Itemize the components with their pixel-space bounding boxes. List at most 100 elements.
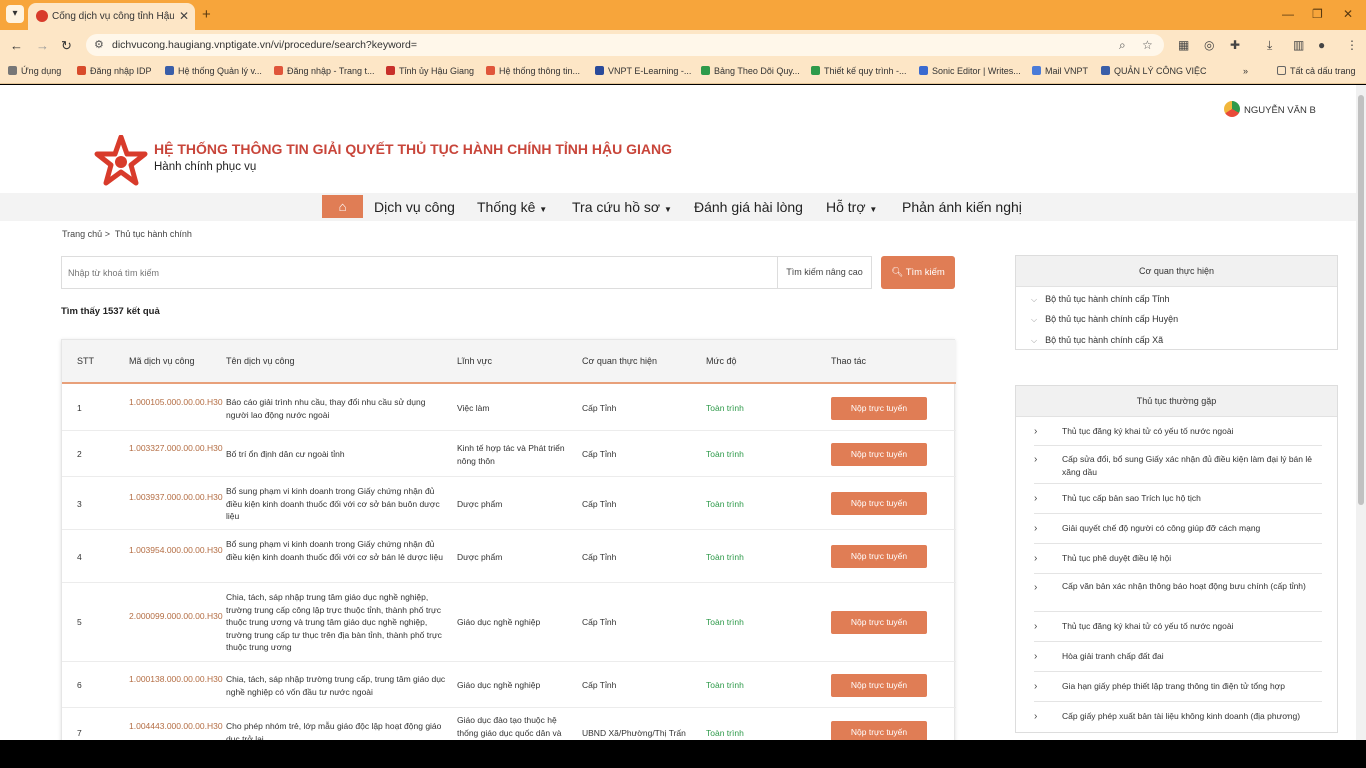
procedure-item[interactable]: › Thủ tục đăng ký khai tử có yếu tố nước … xyxy=(1034,417,1322,446)
extension-icon[interactable]: ▦ xyxy=(1178,38,1189,52)
service-name[interactable]: Chia, tách, sáp nhập trung tâm giáo dục … xyxy=(226,591,452,654)
bookmark-item[interactable]: Ứng dụng xyxy=(8,66,61,76)
column-header: Lĩnh vực xyxy=(457,356,493,366)
procedure-item[interactable]: › Cấp sửa đổi, bổ sung Giấy xác nhận đủ đ… xyxy=(1034,446,1322,484)
service-code[interactable]: 1.003954.000.00.00.H30 xyxy=(129,544,223,557)
bookmark-item[interactable]: Sonic Editor | Writes... xyxy=(919,66,1021,76)
agency-filter-item[interactable]: ⌵ Bộ thủ tục hành chính cấp Tỉnh xyxy=(1031,294,1170,305)
search-input[interactable] xyxy=(62,257,777,288)
service-code[interactable]: 1.004443.000.00.00.H30 xyxy=(129,720,223,733)
service-code[interactable]: 2.000099.000.00.00.H30 xyxy=(129,610,223,623)
apps-grid-icon xyxy=(8,66,17,75)
service-code[interactable]: 1.000105.000.00.00.H30 xyxy=(129,396,223,409)
bookmark-star-icon[interactable]: ☆ xyxy=(1142,38,1153,52)
procedure-item[interactable]: › Thủ tục phê duyệt điều lệ hội xyxy=(1034,544,1322,574)
procedure-item[interactable]: › Gia hạn giấy phép thiết lập trang thông… xyxy=(1034,672,1322,702)
agency-filter-item[interactable]: ⌵ Bộ thủ tục hành chính cấp Huyện xyxy=(1031,314,1178,325)
scrollbar-thumb[interactable] xyxy=(1358,95,1364,505)
menu-phan-anh-kien-nghi[interactable]: Phản ánh kiến nghị xyxy=(902,199,1022,215)
table-row: 6 1.000138.000.00.00.H30 Chia, tách, sáp… xyxy=(62,662,956,708)
site-icon xyxy=(595,66,604,75)
procedure-item[interactable]: › Giải quyết chế độ người có công giúp đỡ… xyxy=(1034,514,1322,544)
more-bookmarks-icon[interactable]: » xyxy=(1243,66,1248,76)
extension-icon[interactable]: ◎ xyxy=(1204,38,1214,52)
menu-danh-gia-hai-long[interactable]: Đánh giá hài lòng xyxy=(694,199,803,215)
service-field: Giáo dục nghề nghiệp xyxy=(457,617,541,627)
chevron-down-icon: ⌵ xyxy=(1031,336,1038,345)
service-agency: Cấp Tỉnh xyxy=(582,617,617,627)
agency-filter-item[interactable]: ⌵ Bộ thủ tục hành chính cấp Xã xyxy=(1031,335,1163,346)
bookmark-item[interactable]: Đăng nhập IDP xyxy=(77,66,152,76)
bookmark-item[interactable]: Hệ thống Quản lý v... xyxy=(165,66,262,76)
submit-online-button[interactable]: Nộp trực tuyến xyxy=(831,674,927,697)
page-scrollbar[interactable] xyxy=(1356,85,1366,740)
forward-icon[interactable]: → xyxy=(36,38,49,53)
extensions-puzzle-icon[interactable]: ✚ xyxy=(1230,38,1240,52)
column-header: Mã dịch vụ công xyxy=(129,356,195,366)
service-field: Dược phẩm xyxy=(457,499,503,509)
bookmark-item[interactable]: Hệ thống thông tin... xyxy=(486,66,580,76)
bookmark-item[interactable]: Tỉnh ủy Hậu Giang xyxy=(386,66,474,76)
submit-online-button[interactable]: Nộp trực tuyến xyxy=(831,721,927,740)
chevron-right-icon: › xyxy=(1034,651,1038,662)
breadcrumb-current: Thủ tục hành chính xyxy=(114,229,192,239)
zoom-icon[interactable]: ⌕ xyxy=(1119,38,1126,53)
submit-online-button[interactable]: Nộp trực tuyến xyxy=(831,443,927,466)
advanced-search-button[interactable]: Tìm kiếm nâng cao xyxy=(777,256,872,289)
procedure-item[interactable]: › Thủ tục cấp bản sao Trích lục hộ tịch xyxy=(1034,484,1322,514)
bookmark-item[interactable]: Đăng nhập - Trang t... xyxy=(274,66,375,76)
side-panel-icon[interactable]: ▥ xyxy=(1293,38,1304,52)
menu-dich-vu-cong[interactable]: Dịch vụ công xyxy=(374,199,455,215)
service-code[interactable]: 1.003327.000.00.00.H30 xyxy=(129,442,223,455)
service-name[interactable]: Bổ sung phạm vi kinh doanh trong Giấy ch… xyxy=(226,485,452,523)
profile-icon[interactable]: ● xyxy=(1318,38,1325,52)
all-bookmarks[interactable]: Tất cả dấu trang xyxy=(1277,66,1356,76)
maximize-icon[interactable]: ❐ xyxy=(1312,7,1323,21)
menu-ho-tro[interactable]: Hỗ trợ ▼ xyxy=(826,199,877,215)
bookmark-item[interactable]: Mail VNPT xyxy=(1032,66,1088,76)
url-field[interactable]: ⚙ dichvucong.haugiang.vnptigate.vn/vi/pr… xyxy=(86,34,1164,56)
site-info-icon[interactable]: ⚙ xyxy=(94,38,104,51)
column-header: Mức độ xyxy=(706,356,737,366)
procedure-item[interactable]: › Cấp văn bản xác nhận thông báo hoạt độn… xyxy=(1034,574,1322,612)
service-name[interactable]: Chia, tách, sáp nhập trường trung cấp, t… xyxy=(226,673,446,698)
bookmark-item[interactable]: Thiết kế quy trình -... xyxy=(811,66,907,76)
site-title: HỆ THỐNG THÔNG TIN GIẢI QUYẾT THỦ TỤC HÀ… xyxy=(154,141,672,157)
new-tab-icon[interactable]: + xyxy=(202,6,211,23)
service-name[interactable]: Báo cáo giải trình nhu cầu, thay đổi nhu… xyxy=(226,396,446,421)
bookmark-item[interactable]: VNPT E-Learning -... xyxy=(595,66,691,76)
close-window-icon[interactable]: ✕ xyxy=(1343,7,1353,21)
caret-down-icon: ▼ xyxy=(539,205,548,214)
breadcrumb-home[interactable]: Trang chủ xyxy=(62,229,102,239)
submit-online-button[interactable]: Nộp trực tuyến xyxy=(831,611,927,634)
procedure-item[interactable]: › Thủ tục đăng ký khai tử có yếu tố nước … xyxy=(1034,612,1322,642)
service-level: Toàn trình xyxy=(706,403,744,413)
submit-online-button[interactable]: Nộp trực tuyến xyxy=(831,492,927,515)
reload-icon[interactable]: ↻ xyxy=(61,38,72,54)
tab-search-icon[interactable]: ▾ xyxy=(6,5,24,23)
back-icon[interactable]: ← xyxy=(10,38,23,53)
submit-online-button[interactable]: Nộp trực tuyến xyxy=(831,545,927,568)
search-button[interactable]: 🔍︎ Tìm kiếm xyxy=(881,256,955,289)
close-tab-icon[interactable]: ✕ xyxy=(179,9,189,23)
browser-tab[interactable]: Cổng dịch vụ công tỉnh Hậu Gi… ✕ xyxy=(28,3,195,30)
bookmark-item[interactable]: QUẢN LÝ CÔNG VIỆC xyxy=(1101,66,1207,76)
service-name[interactable]: Bổ sung phạm vi kinh doanh trong Giấy ch… xyxy=(226,538,452,563)
service-code[interactable]: 1.003937.000.00.00.H30 xyxy=(129,491,223,504)
menu-kebab-icon[interactable]: ⋮ xyxy=(1346,38,1358,52)
menu-tra-cuu-ho-so[interactable]: Tra cứu hồ sơ ▼ xyxy=(572,199,672,215)
menu-thong-ke[interactable]: Thống kê ▼ xyxy=(477,199,547,215)
submit-online-button[interactable]: Nộp trực tuyến xyxy=(831,397,927,420)
web-page: NGUYỄN VĂN B HỆ THỐNG THÔNG TIN GIẢI QUY… xyxy=(0,85,1356,740)
minimize-icon[interactable]: — xyxy=(1282,7,1294,21)
user-account[interactable]: NGUYỄN VĂN B xyxy=(1224,101,1316,117)
service-name[interactable]: Bố trí ổn định dân cư ngoài tỉnh xyxy=(226,448,446,461)
bookmark-item[interactable]: Bảng Theo Dõi Quy... xyxy=(701,66,800,76)
home-button[interactable]: ⌂ xyxy=(322,195,363,218)
procedure-item[interactable]: › Cấp giấy phép xuất bản tài liệu không k… xyxy=(1034,702,1322,732)
service-code[interactable]: 1.000138.000.00.00.H30 xyxy=(129,673,223,686)
service-name[interactable]: Cho phép nhóm trẻ, lớp mẫu giáo độc lập … xyxy=(226,720,446,740)
result-count: Tìm thấy 1537 kết quả xyxy=(61,306,160,317)
procedure-item[interactable]: › Hòa giải tranh chấp đất đai xyxy=(1034,642,1322,672)
download-icon[interactable]: ⤓ xyxy=(1267,38,1272,53)
